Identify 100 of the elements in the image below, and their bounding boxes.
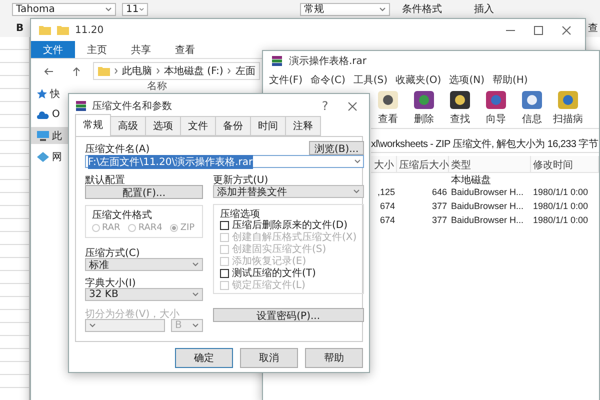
dialog-tab[interactable]: 高级	[110, 116, 146, 136]
chevron-icon	[227, 68, 232, 74]
toolbar-button[interactable]: 查看	[371, 88, 405, 126]
toolbar-button[interactable]: 查找	[443, 88, 477, 126]
caret-icon	[192, 262, 199, 267]
group-label: 压缩选项	[220, 208, 260, 219]
caret-icon	[105, 7, 112, 12]
browse-button[interactable]: 浏览(B)...	[309, 141, 364, 155]
table-cell: 本地磁盘	[451, 175, 491, 186]
checkbox-option[interactable]: 测试压缩的文件(T)	[220, 267, 357, 279]
window-title: 11.20	[75, 24, 104, 36]
maximize-icon[interactable]	[534, 26, 542, 34]
table-cell: BaiduBrowser H...	[451, 187, 524, 197]
ribbon-tab[interactable]: 文件	[31, 41, 75, 58]
breadcrumb[interactable]: 本地磁盘 (F:)	[164, 64, 224, 78]
nav-item[interactable]: 此	[31, 127, 69, 144]
help-icon[interactable]: ?	[314, 99, 336, 113]
close-icon[interactable]	[348, 102, 356, 110]
table-cell: BaiduBrowser H...	[451, 201, 524, 211]
chevron-icon	[114, 68, 118, 74]
caret-icon	[352, 189, 360, 194]
nav-item[interactable]: 快	[31, 85, 69, 102]
dialog-title: 压缩文件名和参数	[92, 100, 172, 113]
field-label: 更新方式(U)	[213, 174, 270, 185]
table-cell: 377	[432, 201, 447, 211]
table-cell: 674	[380, 201, 395, 211]
profile-button[interactable]: 配置(F)...	[85, 185, 203, 199]
dictionary-dropdown[interactable]: 32 KB	[85, 288, 203, 301]
checkbox-option[interactable]: 压缩后删除原来的文件(D)	[220, 219, 357, 231]
column-header[interactable]: 压缩后大小	[397, 156, 449, 172]
toolbar-button[interactable]: 扫描病	[551, 88, 585, 126]
network-icon	[37, 152, 49, 162]
method-dropdown[interactable]: 标准	[85, 258, 203, 271]
ribbon-tab[interactable]: 主页	[75, 41, 119, 58]
column-header[interactable]: 类型	[449, 156, 531, 172]
dialog-tab[interactable]: 备份	[215, 116, 251, 136]
table-cell: 1980/1/1 0:00	[533, 201, 588, 211]
menu-item[interactable]: 命令(C)	[310, 73, 346, 85]
dialog-tab[interactable]: 选项	[145, 116, 181, 136]
bold-button[interactable]: B	[16, 23, 24, 37]
toolbar-button[interactable]: 删除	[407, 88, 441, 126]
dialog-button[interactable]: 帮助	[305, 348, 363, 368]
caret-icon	[89, 323, 96, 328]
folder-icon	[57, 25, 69, 35]
ribbon-tab[interactable]: 共享	[119, 41, 163, 58]
menu-item[interactable]: 帮助(H)	[492, 73, 528, 85]
update-mode-dropdown[interactable]: 添加并替换文件	[213, 185, 364, 198]
table-cell: ,125	[377, 187, 395, 197]
caret-icon	[138, 7, 144, 12]
volume-size-field[interactable]	[85, 319, 165, 332]
path-bar: xl\worksheets - ZIP 压缩文件, 解包大小为 16,233 字节	[371, 137, 599, 153]
chevron-icon	[156, 68, 160, 74]
dialog-tab[interactable]: 注释	[285, 116, 321, 136]
dialog-button[interactable]: 取消	[240, 348, 298, 368]
ribbon-command[interactable]: 插入	[474, 4, 494, 15]
group-label: 压缩文件格式	[92, 208, 153, 220]
table-cell: BaiduBrowser H...	[451, 215, 524, 225]
column-header[interactable]: 名称	[147, 81, 167, 92]
ribbon-tab[interactable]: 查	[588, 23, 598, 37]
cloud-icon	[37, 110, 49, 118]
back-arrow-icon[interactable]	[44, 68, 52, 74]
table-cell: 1980/1/1 0:00	[533, 215, 588, 225]
field-label: 字典大小(I)	[85, 276, 137, 288]
field-label: 压缩文件名(A)	[85, 142, 150, 154]
ribbon-command[interactable]: 条件格式	[402, 4, 442, 15]
dialog-tab[interactable]: 时间	[250, 116, 286, 136]
dialog-button[interactable]: 确定	[175, 348, 233, 368]
toolbar-button[interactable]: 向导	[479, 88, 513, 126]
close-icon[interactable]	[562, 26, 570, 34]
address-bar[interactable]: 此电脑 本地磁盘 (F:) 左面	[93, 62, 260, 80]
menu-item[interactable]: 文件(F)	[269, 73, 303, 85]
nav-item[interactable]: O	[31, 106, 69, 123]
table-cell: 1980/1/1 0:00	[533, 187, 588, 197]
menu-item[interactable]: 选项(N)	[449, 73, 484, 85]
menu-item[interactable]: 收藏夹(O)	[396, 73, 442, 85]
archive-icon	[271, 55, 283, 67]
caret-icon	[354, 159, 361, 164]
menu-item[interactable]: 工具(S)	[353, 73, 388, 85]
number-format-field[interactable]: 常规	[300, 3, 390, 16]
font-field[interactable]: Tahoma	[12, 3, 116, 16]
up-arrow-icon[interactable]	[72, 66, 80, 76]
breadcrumb[interactable]: 此电脑	[122, 64, 152, 78]
table-cell: 646	[432, 187, 447, 197]
field-label: 压缩方式(C)	[85, 246, 141, 258]
dialog-tab[interactable]: 常规	[75, 114, 111, 136]
password-button[interactable]: 设置密码(P)...	[213, 308, 364, 322]
table-cell: 377	[432, 215, 447, 225]
nav-item[interactable]: 网	[31, 148, 69, 165]
dialog-tab[interactable]: 文件	[180, 116, 216, 136]
column-header[interactable]: 修改时间	[531, 156, 599, 172]
field-label: 切分为分卷(V)，大小	[85, 308, 181, 319]
caret-icon	[192, 323, 199, 328]
archive-name-field[interactable]: F:\左面文件\11.20\演示操作表格.rar	[85, 155, 364, 168]
monitor-icon	[37, 130, 49, 140]
font-size-field[interactable]: 11	[122, 3, 148, 16]
breadcrumb[interactable]: 左面	[235, 64, 256, 78]
window-title: 演示操作表格.rar	[289, 54, 367, 68]
ribbon-tab[interactable]: 查看	[163, 41, 207, 58]
toolbar-button[interactable]: 信息	[515, 88, 549, 126]
column-header[interactable]: 大小	[371, 156, 397, 172]
